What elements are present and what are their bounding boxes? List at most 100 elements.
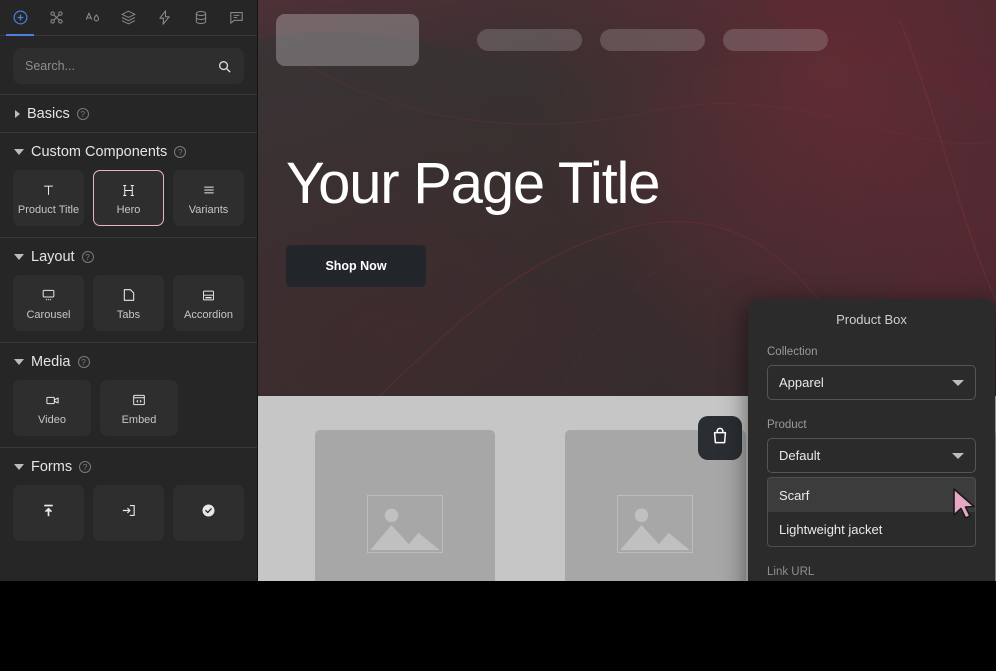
check-circle-icon [200, 501, 217, 521]
shopping-bag-button[interactable] [698, 416, 742, 460]
option-label: Lightweight jacket [779, 521, 883, 537]
tile-row-layout: Carousel Tabs Accordion [0, 275, 257, 342]
tile-row-custom-components: Product Title Hero Variants [0, 170, 257, 237]
tile-row-media: Video Embed [0, 380, 257, 447]
product-field-label: Product [767, 419, 807, 431]
section-header-forms[interactable]: Forms ? [0, 447, 257, 485]
database-icon [193, 9, 209, 26]
product-option-lightweight-jacket[interactable]: Lightweight jacket [768, 512, 975, 546]
question-circle-icon[interactable]: ? [77, 356, 90, 368]
toolbar-layers[interactable] [110, 0, 146, 35]
product-card[interactable] [315, 430, 496, 581]
component-sections: Basics ? Custom Components ? Product Tit… [0, 94, 257, 581]
toolbar-interactions[interactable] [147, 0, 183, 35]
left-sidebar: Basics ? Custom Components ? Product Tit… [0, 0, 258, 581]
toolbar-comments[interactable] [219, 0, 255, 35]
component-tile-file-upload[interactable] [13, 485, 84, 541]
section-header-media[interactable]: Media ? [0, 342, 257, 380]
sidebar-toolbar [0, 0, 257, 36]
section-title-forms: Forms [31, 459, 73, 475]
component-tile-product-title[interactable]: Product Title [13, 170, 84, 226]
heading-H-icon [121, 180, 136, 200]
tile-label: Embed [121, 414, 157, 426]
toolbar-add-element[interactable] [2, 0, 38, 36]
question-circle-icon[interactable]: ? [76, 108, 89, 120]
text-input-icon [120, 501, 137, 521]
field-spacer [767, 400, 976, 419]
toolbar-design-tools[interactable] [38, 0, 74, 35]
tabs-icon [121, 285, 137, 305]
collection-select-value: Apparel [779, 375, 824, 390]
component-tile-accordion[interactable]: Accordion [173, 275, 244, 331]
search-container [0, 36, 257, 94]
component-tile-hero[interactable]: Hero [93, 170, 164, 226]
navbar-logo-placeholder[interactable] [276, 14, 419, 66]
product-select[interactable]: Default [767, 438, 976, 473]
tile-row-forms [0, 485, 257, 552]
code-embed-icon [131, 390, 147, 410]
tile-label: Variants [188, 204, 229, 216]
layers-icon [120, 9, 137, 26]
shopping-bag-icon [710, 426, 730, 451]
tile-label: Carousel [26, 309, 71, 321]
chevron-down-icon [14, 359, 24, 365]
section-header-basics[interactable]: Basics ? [0, 94, 257, 132]
design-canvas[interactable]: Your Page Title Shop Now Product Box Col… [258, 0, 996, 581]
site-navbar [276, 14, 978, 66]
question-circle-icon[interactable]: ? [174, 146, 187, 158]
hero-title[interactable]: Your Page Title [286, 150, 660, 217]
shop-now-button[interactable]: Shop Now [286, 245, 426, 287]
search-input[interactable] [25, 59, 217, 73]
section-title-custom-components: Custom Components [31, 144, 168, 160]
tile-label: Hero [116, 204, 141, 216]
question-circle-icon[interactable]: ? [79, 461, 92, 473]
collection-select[interactable]: Apparel [767, 365, 976, 400]
chevron-right-icon [15, 110, 20, 118]
section-title-layout: Layout [31, 249, 75, 265]
chevron-down-icon [952, 452, 964, 459]
section-title-media: Media [31, 354, 71, 370]
chevron-down-icon [952, 379, 964, 386]
scissors-icon [48, 9, 65, 26]
image-placeholder-icon [367, 495, 444, 553]
component-tile-embed[interactable]: Embed [100, 380, 178, 436]
tile-label: Accordion [184, 309, 233, 321]
image-placeholder-icon [617, 495, 694, 553]
toolbar-data[interactable] [183, 0, 219, 35]
section-header-custom-components[interactable]: Custom Components ? [0, 132, 257, 170]
navbar-link-placeholder-2[interactable] [600, 29, 705, 51]
app-window: Basics ? Custom Components ? Product Tit… [0, 0, 996, 581]
toolbar-typography[interactable] [74, 0, 110, 35]
tile-label: Video [38, 414, 66, 426]
bolt-icon [156, 9, 173, 26]
collection-field-label: Collection [767, 346, 818, 358]
navbar-link-placeholder-1[interactable] [477, 29, 582, 51]
section-header-layout[interactable]: Layout ? [0, 237, 257, 275]
tile-label: Tabs [116, 309, 141, 321]
component-tile-tabs[interactable]: Tabs [93, 275, 164, 331]
chevron-down-icon [14, 254, 24, 260]
plus-circle-icon [12, 9, 29, 26]
component-tile-text-input[interactable] [93, 485, 164, 541]
typography-color-icon [84, 9, 101, 26]
option-label: Scarf [779, 487, 810, 503]
navbar-link-placeholder-3[interactable] [723, 29, 828, 51]
component-tile-variants[interactable]: Variants [173, 170, 244, 226]
question-circle-icon[interactable]: ? [81, 251, 94, 263]
product-option-scarf[interactable]: Scarf [768, 478, 975, 512]
product-options-dropdown: Scarf Lightweight jacket [767, 477, 976, 547]
search-box[interactable] [13, 48, 244, 84]
component-tile-checkbox[interactable] [173, 485, 244, 541]
comment-icon [228, 9, 245, 26]
product-box-title: Product Box [836, 312, 907, 327]
file-upload-icon [40, 501, 57, 521]
accordion-icon [200, 285, 217, 305]
section-title-basics: Basics [27, 106, 70, 122]
chevron-down-icon [14, 464, 24, 470]
video-camera-icon [43, 390, 62, 410]
component-tile-video[interactable]: Video [13, 380, 91, 436]
product-select-value: Default [779, 448, 821, 463]
list-lines-icon [201, 180, 217, 200]
text-T-icon [41, 180, 56, 200]
component-tile-carousel[interactable]: Carousel [13, 275, 84, 331]
